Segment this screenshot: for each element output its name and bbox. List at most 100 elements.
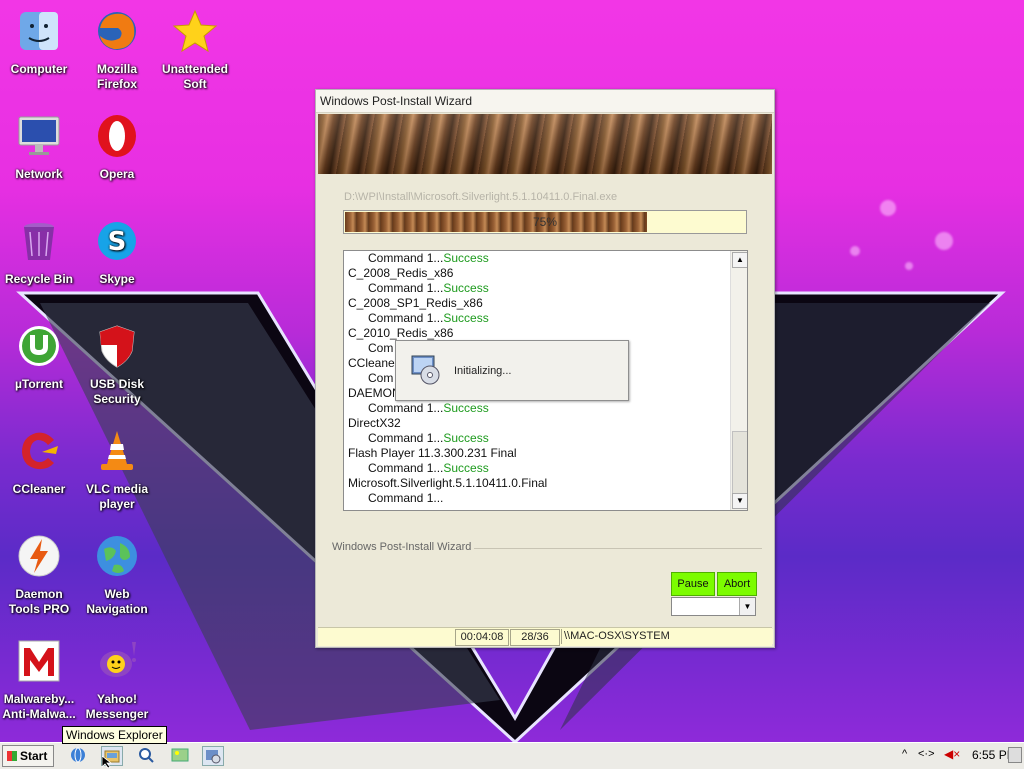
window-title[interactable]: Windows Post-Install Wizard bbox=[316, 90, 774, 113]
star-icon bbox=[172, 9, 218, 53]
desktop-icon-usb-disk-security[interactable]: USB Disk Security bbox=[78, 323, 156, 407]
log-line-text: Command 1... bbox=[368, 311, 444, 325]
log-line: Microsoft.Silverlight.5.1.10411.0.Final bbox=[344, 476, 747, 491]
recycle-bin-icon bbox=[24, 223, 54, 260]
ie-quicklaunch-icon[interactable] bbox=[68, 746, 88, 764]
desktop-icon-label: Computer bbox=[10, 62, 68, 76]
log-line-status: Success bbox=[443, 461, 489, 475]
show-desktop-icon[interactable] bbox=[1008, 747, 1022, 763]
search-icon[interactable] bbox=[136, 746, 156, 764]
desktop-icon-unattended-soft[interactable]: Unattended Soft bbox=[156, 8, 234, 92]
opera-icon bbox=[98, 115, 136, 157]
log-line-text: Microsoft.Silverlight.5.1.10411.0.Final bbox=[348, 476, 548, 490]
taskbar-tooltip: Windows Explorer bbox=[62, 726, 167, 744]
imac-network-icon bbox=[18, 116, 60, 155]
log-line-status: Success bbox=[443, 251, 489, 265]
desktop-icon-label: Yahoo! Messenger bbox=[85, 692, 149, 721]
log-line: Flash Player 11.3.300.231 Final bbox=[344, 446, 747, 461]
log-line-text: Flash Player 11.3.300.231 Final bbox=[348, 446, 517, 460]
log-line: Command 1...Success bbox=[344, 461, 747, 476]
log-line-text: Com bbox=[368, 341, 394, 355]
desktop-icon-label: USB Disk Security bbox=[89, 377, 145, 406]
desktop-icon-label: Web Navigation bbox=[86, 587, 148, 616]
log-line-status: Success bbox=[443, 431, 489, 445]
desktop-icon-yahoo-messenger[interactable]: Yahoo! Messenger bbox=[78, 638, 156, 722]
desktop-icon-label: µTorrent bbox=[14, 377, 64, 391]
log-line-status: Success bbox=[443, 281, 489, 295]
desktop-icon-web-navigation[interactable]: Web Navigation bbox=[78, 533, 156, 617]
desktop-icon-network[interactable]: Network bbox=[0, 113, 78, 182]
mouse-cursor-icon bbox=[102, 756, 112, 768]
log-line: DirectX32 bbox=[344, 416, 747, 431]
log-line-text: Command 1... bbox=[368, 491, 444, 505]
desktop-icon-skype[interactable]: S Skype bbox=[78, 218, 156, 287]
log-line-text: Command 1... bbox=[368, 281, 444, 295]
log-line-text: Command 1... bbox=[368, 251, 444, 265]
current-install-path: D:\WPI\Install\Microsoft.Silverlight.5.1… bbox=[344, 191, 618, 203]
pause-button[interactable]: Pause bbox=[671, 572, 715, 596]
desktop-icon-vlc[interactable]: VLC media player bbox=[78, 428, 156, 512]
desktop-icon-computer[interactable]: Computer bbox=[0, 8, 78, 77]
item-count: 28/36 bbox=[510, 629, 560, 646]
elapsed-time: 00:04:08 bbox=[455, 629, 509, 646]
system-tray: ^ <·> ◀× 6:55 PM bbox=[874, 743, 1024, 769]
start-label: Start bbox=[20, 749, 48, 763]
svg-text:S: S bbox=[108, 227, 127, 257]
log-line-text: C_2008_SP1_Redis_x86 bbox=[348, 296, 483, 310]
log-scrollbar[interactable]: ▲ ▼ bbox=[730, 251, 747, 510]
desktop-icon-label: Mozilla Firefox bbox=[96, 62, 137, 91]
log-line-status: Success bbox=[443, 311, 489, 325]
desktop-icon-opera[interactable]: Opera bbox=[78, 113, 156, 182]
firefox-icon bbox=[98, 12, 136, 50]
malwarebytes-icon bbox=[18, 640, 60, 682]
daemon-tools-icon bbox=[18, 535, 60, 577]
desktop-icon-label: Malwareby... Anti-Malwa... bbox=[2, 692, 76, 721]
vlc-cone-icon bbox=[101, 431, 133, 470]
volume-muted-icon[interactable]: ◀× bbox=[944, 747, 960, 761]
skype-icon: S bbox=[98, 222, 136, 260]
globe-icon bbox=[97, 536, 137, 576]
desktop-icon-malwarebytes[interactable]: Malwareby... Anti-Malwa... bbox=[0, 638, 78, 722]
log-line-text: Command 1... bbox=[368, 461, 444, 475]
options-combo[interactable]: ▼ bbox=[671, 597, 756, 616]
log-line: Command 1...Success bbox=[344, 431, 747, 446]
initializing-text: Initializing... bbox=[454, 365, 512, 377]
desktop-icon-label: CCleaner bbox=[12, 482, 66, 496]
utorrent-icon bbox=[19, 326, 59, 366]
log-line: Command 1...Success bbox=[344, 311, 747, 326]
scroll-up-arrow-icon[interactable]: ▲ bbox=[732, 252, 747, 268]
log-line: Command 1...Success bbox=[344, 251, 747, 266]
shield-icon bbox=[99, 325, 135, 368]
log-line: C_2010_Redis_x86 bbox=[344, 326, 747, 341]
install-progress-bar: 75% bbox=[343, 210, 747, 234]
log-line-text: Com bbox=[368, 371, 394, 385]
initializing-dialog: Initializing... bbox=[395, 340, 629, 401]
status-bar: 00:04:08 28/36 \\MAC-OSX\SYSTEM bbox=[318, 627, 773, 646]
log-line-text: DirectX32 bbox=[348, 416, 401, 430]
log-line-status: Success bbox=[443, 401, 489, 415]
log-line: Command 1...Success bbox=[344, 401, 747, 416]
log-line-text: CCleane bbox=[348, 356, 395, 370]
desktop-icon-ccleaner[interactable]: CCleaner bbox=[0, 428, 78, 497]
log-line-text: C_2008_Redis_x86 bbox=[348, 266, 454, 280]
chevron-down-icon[interactable]: ▼ bbox=[739, 598, 755, 615]
abort-button[interactable]: Abort bbox=[717, 572, 757, 596]
desktop-icon-label: Recycle Bin bbox=[4, 272, 74, 286]
wpi-taskbar-icon[interactable] bbox=[202, 746, 224, 766]
chevron-up-icon[interactable]: ^ bbox=[902, 748, 907, 760]
desktop-icon-label: Network bbox=[15, 167, 63, 181]
start-button[interactable]: Start bbox=[2, 745, 54, 767]
desktop-icon-label: Daemon Tools PRO bbox=[8, 587, 70, 616]
log-line: Command 1...Success bbox=[344, 281, 747, 296]
scroll-down-arrow-icon[interactable]: ▼ bbox=[732, 493, 747, 509]
desktop-icon-label: VLC media player bbox=[85, 482, 148, 511]
log-line: C_2008_Redis_x86 bbox=[344, 266, 747, 281]
desktop-icon-daemon-tools[interactable]: Daemon Tools PRO bbox=[0, 533, 78, 617]
desktop-icon-label: Skype bbox=[99, 272, 135, 286]
desktop-icon-utorrent[interactable]: µTorrent bbox=[0, 323, 78, 392]
network-arrows-icon[interactable]: <·> bbox=[918, 748, 935, 760]
yahoo-messenger-icon bbox=[100, 642, 136, 677]
picture-viewer-icon[interactable] bbox=[170, 746, 190, 764]
desktop-icon-recycle-bin[interactable]: Recycle Bin bbox=[0, 218, 78, 287]
desktop-icon-firefox[interactable]: Mozilla Firefox bbox=[78, 8, 156, 92]
